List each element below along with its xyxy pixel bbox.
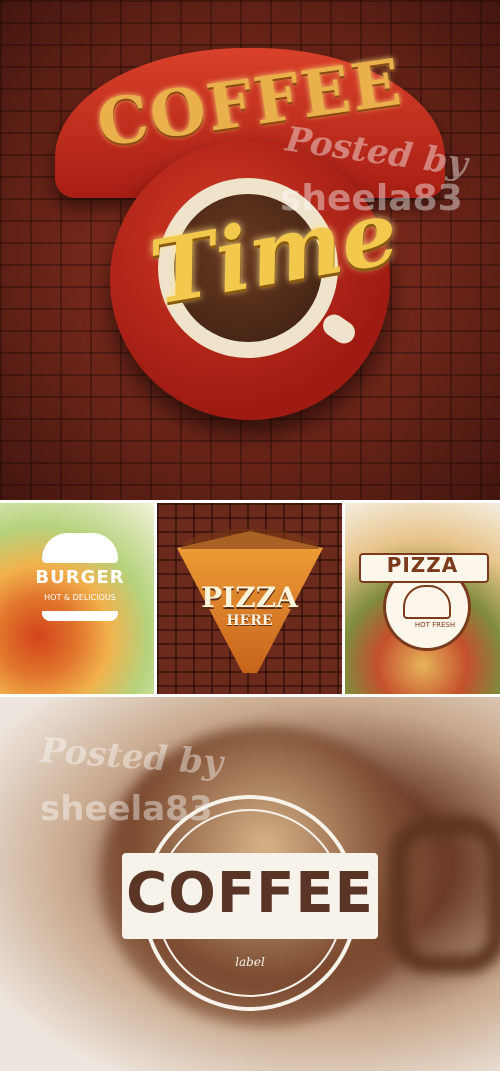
emblem-title: COFFEE — [126, 861, 374, 926]
watermark-username: sheela83 — [280, 178, 463, 219]
emblem-subtitle: label — [235, 955, 265, 969]
pizza-sign-title: PIZZA — [201, 581, 298, 614]
pizza-sign-panel: PIZZA HERE — [157, 503, 342, 694]
blurred-cup-handle — [390, 817, 500, 973]
burger-subtitle: HOT & DELICIOUS — [44, 593, 116, 602]
burger-badge: BURGER HOT & DELICIOUS — [34, 533, 126, 625]
pizza-logo-title: PIZZA — [386, 553, 459, 577]
burger-bun-bottom-icon — [42, 611, 118, 621]
pizza-logo-subtitle: HOT FRESH — [414, 621, 456, 629]
burger-panel: BURGER HOT & DELICIOUS — [0, 503, 154, 694]
pizza-logo-panel: PIZZA HOT FRESH — [345, 503, 500, 694]
pizza-crust — [181, 529, 319, 549]
coffee-time-sign-panel: COFFEE Time Posted by sheela83 — [0, 0, 500, 500]
burger-title: BURGER — [35, 567, 125, 588]
burger-bun-icon — [42, 533, 118, 563]
pizza-icon — [403, 585, 451, 619]
watermark-posted-by-2: Posted by — [38, 730, 225, 784]
coffee-label-panel: Posted by sheela83 COFFEE label — [0, 697, 500, 1071]
pizza-sign-subtitle: HERE — [226, 613, 273, 629]
coffee-emblem: COFFEE label — [122, 795, 378, 1023]
